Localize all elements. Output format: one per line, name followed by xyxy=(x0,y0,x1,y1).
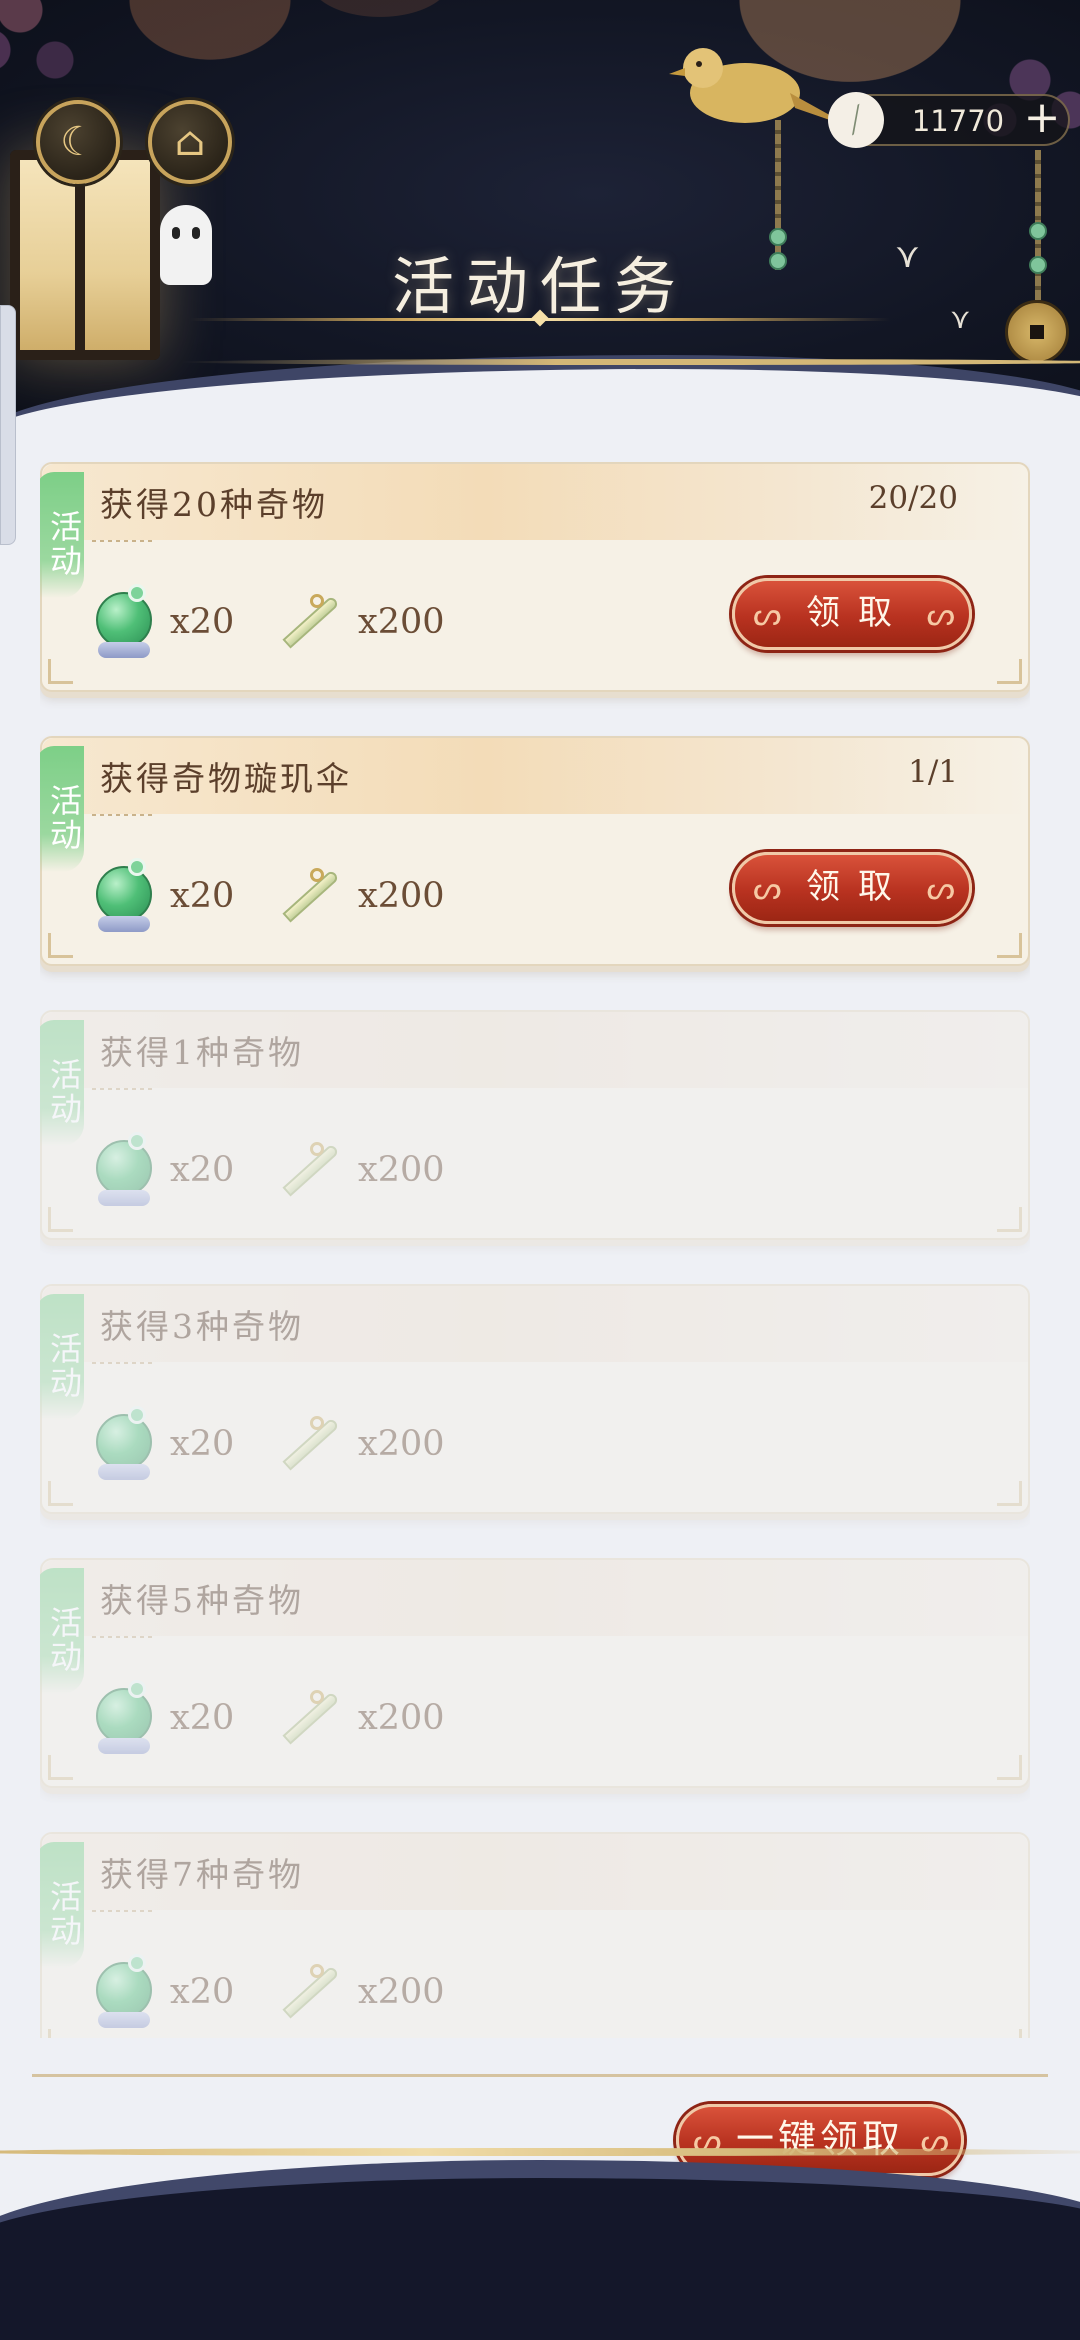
blade-icon xyxy=(272,586,344,658)
jade-icon xyxy=(90,858,156,934)
side-drawer-handle[interactable] xyxy=(0,305,16,545)
pavilion-icon: ⌂ xyxy=(174,119,206,165)
reward-quantity: x20 xyxy=(170,1972,235,2012)
reward-quantity: x20 xyxy=(170,602,235,642)
reward-quantity: x20 xyxy=(170,1698,235,1738)
claim-button[interactable]: ᔕ 领取 ᔕ xyxy=(732,578,972,650)
swirl-icon: ᔕ xyxy=(753,595,782,633)
dotted-divider xyxy=(92,1636,152,1638)
jade-icon xyxy=(90,1406,156,1482)
header-wave-decoration xyxy=(0,355,1080,430)
reward-item[interactable]: x200 xyxy=(272,582,445,662)
activity-badge: 活动 xyxy=(40,1294,84,1420)
task-list[interactable]: 活动 获得20种奇物 20/20 x20 x200 ᔕ 领取 ᔕ 活动 获得奇物… xyxy=(40,462,1030,2038)
reward-item[interactable]: x200 xyxy=(272,1678,445,1758)
reward-item[interactable]: x20 xyxy=(90,1130,234,1210)
blade-icon xyxy=(272,860,344,932)
blade-icon xyxy=(272,1682,344,1754)
dotted-divider xyxy=(92,540,152,542)
task-name: 获得5种奇物 xyxy=(100,1581,304,1620)
reward-quantity: x200 xyxy=(358,1698,445,1738)
task-progress: 1/1 xyxy=(908,754,958,790)
footer-divider xyxy=(32,2074,1048,2077)
reward-item[interactable]: x20 xyxy=(90,1952,234,2032)
reward-quantity: x20 xyxy=(170,876,235,916)
activity-badge: 活动 xyxy=(40,746,84,872)
reward-item[interactable]: x200 xyxy=(272,1404,445,1484)
task-card-locked: 活动 获得5种奇物 x20 x200 xyxy=(40,1558,1030,1788)
moon-button[interactable]: ☾ xyxy=(36,100,120,184)
task-progress: 20/20 xyxy=(868,480,958,516)
task-name: 获得3种奇物 xyxy=(100,1307,304,1346)
reward-quantity: x200 xyxy=(358,1424,445,1464)
task-card-locked: 活动 获得3种奇物 x20 x200 xyxy=(40,1284,1030,1514)
title-divider xyxy=(190,318,890,321)
reward-item[interactable]: x20 xyxy=(90,856,234,936)
moon-icon: ☾ xyxy=(60,119,96,165)
activity-badge: 活动 xyxy=(40,1568,84,1694)
reward-quantity: x20 xyxy=(170,1150,235,1190)
activity-badge: 活动 xyxy=(40,1020,84,1146)
swirl-icon: ᔕ xyxy=(926,869,955,907)
claim-button[interactable]: ᔕ 领取 ᔕ xyxy=(732,852,972,924)
task-name: 获得1种奇物 xyxy=(100,1033,304,1072)
claim-button-label: 领取 xyxy=(806,867,910,907)
footer-wave-decoration xyxy=(0,2148,1080,2340)
reward-item[interactable]: x200 xyxy=(272,1130,445,1210)
task-card: 活动 获得奇物璇玑伞 1/1 x20 x200 ᔕ 领取 ᔕ xyxy=(40,736,1030,966)
task-card-locked: 活动 获得1种奇物 x20 x200 xyxy=(40,1010,1030,1240)
header-banner: ☾ ⌂ ⋎ ⋎ ⟋ 11770 + 活动任务 xyxy=(0,0,1080,430)
reward-quantity: x200 xyxy=(358,1972,445,2012)
reward-item[interactable]: x20 xyxy=(90,1404,234,1484)
activity-badge: 活动 xyxy=(40,472,84,598)
blade-icon xyxy=(272,1408,344,1480)
reward-item[interactable]: x20 xyxy=(90,1678,234,1758)
currency-display: ⟋ 11770 + xyxy=(817,81,1070,159)
bird-decoration-icon xyxy=(669,48,853,128)
add-currency-button[interactable]: + xyxy=(1012,90,1072,150)
activity-badge: 活动 xyxy=(40,1842,84,1968)
dotted-divider xyxy=(92,1910,152,1912)
dotted-divider xyxy=(92,814,152,816)
reward-quantity: x20 xyxy=(170,1424,235,1464)
jade-icon xyxy=(90,1954,156,2030)
currency-value: 11770 xyxy=(911,104,1005,138)
reward-item[interactable]: x200 xyxy=(272,856,445,936)
task-card: 活动 获得20种奇物 20/20 x20 x200 ᔕ 领取 ᔕ xyxy=(40,462,1030,692)
claim-button-label: 领取 xyxy=(806,593,910,633)
task-card-locked: 活动 获得7种奇物 x20 x200 xyxy=(40,1832,1030,2038)
task-name: 获得7种奇物 xyxy=(100,1855,304,1894)
task-name: 获得奇物璇玑伞 xyxy=(100,759,352,798)
blade-icon xyxy=(272,1134,344,1206)
swirl-icon: ᔕ xyxy=(753,869,782,907)
reward-item[interactable]: x200 xyxy=(272,1952,445,2032)
blade-icon xyxy=(272,1956,344,2028)
swirl-icon: ᔕ xyxy=(926,595,955,633)
reward-item[interactable]: x20 xyxy=(90,582,234,662)
jade-icon xyxy=(90,584,156,660)
dotted-divider xyxy=(92,1362,152,1364)
reward-quantity: x200 xyxy=(358,1150,445,1190)
jade-icon xyxy=(90,1680,156,1756)
pavilion-button[interactable]: ⌂ xyxy=(148,100,232,184)
task-name: 获得20种奇物 xyxy=(100,485,328,524)
dotted-divider xyxy=(92,1088,152,1090)
reward-quantity: x200 xyxy=(358,602,445,642)
reward-quantity: x200 xyxy=(358,876,445,916)
jade-icon xyxy=(90,1132,156,1208)
